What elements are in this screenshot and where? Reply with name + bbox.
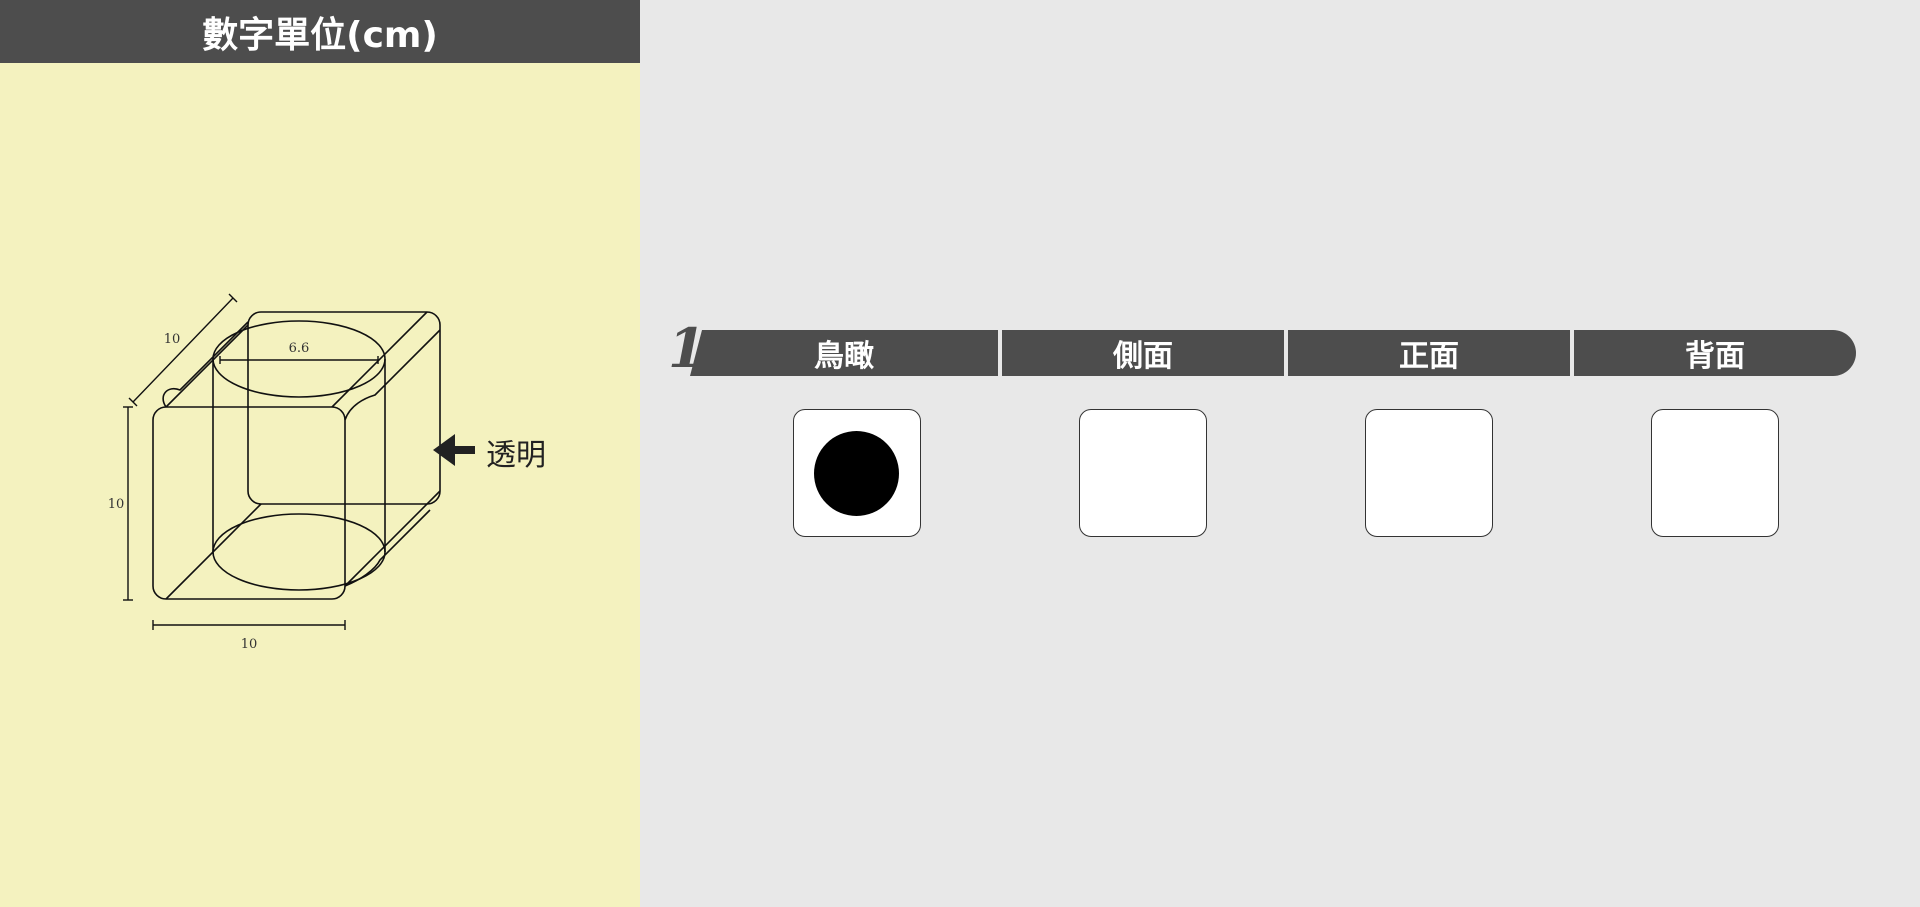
- cube-bevel-bottom: [344, 509, 431, 587]
- cube-front-face: [152, 406, 346, 600]
- answer-box-birds-eye[interactable]: [793, 409, 921, 537]
- transparent-label: 透明: [486, 438, 546, 473]
- cylinder-bottom: [212, 513, 386, 591]
- height-label: 10: [108, 497, 125, 512]
- cube-bevel-right: [344, 329, 441, 421]
- answer-box-back[interactable]: [1651, 409, 1779, 537]
- answer-box-front[interactable]: [1365, 409, 1493, 537]
- tab-back: 背面: [1574, 330, 1856, 376]
- left-panel: 數字單位(cm) 10 6.6 10 10 透明: [0, 0, 640, 907]
- cylinder-top: [212, 320, 386, 398]
- tab-front: 正面: [1288, 330, 1570, 376]
- tab-side: 側面: [1002, 330, 1284, 376]
- units-header: 數字單位(cm): [0, 0, 640, 63]
- cube-cylinder-figure: 10 6.6 10 10: [100, 280, 580, 670]
- view-tab-bar: 鳥瞰 側面 正面 背面: [690, 330, 1856, 376]
- width-label: 10: [241, 637, 258, 652]
- answer-box-side[interactable]: [1079, 409, 1207, 537]
- depth-label: 10: [164, 332, 181, 347]
- tab-birds-eye: 鳥瞰: [690, 330, 998, 376]
- filled-circle-icon: [814, 431, 899, 516]
- cube-back-face: [247, 311, 441, 505]
- diameter-label: 6.6: [289, 341, 310, 356]
- cube-edge-bottom-right: [344, 490, 441, 587]
